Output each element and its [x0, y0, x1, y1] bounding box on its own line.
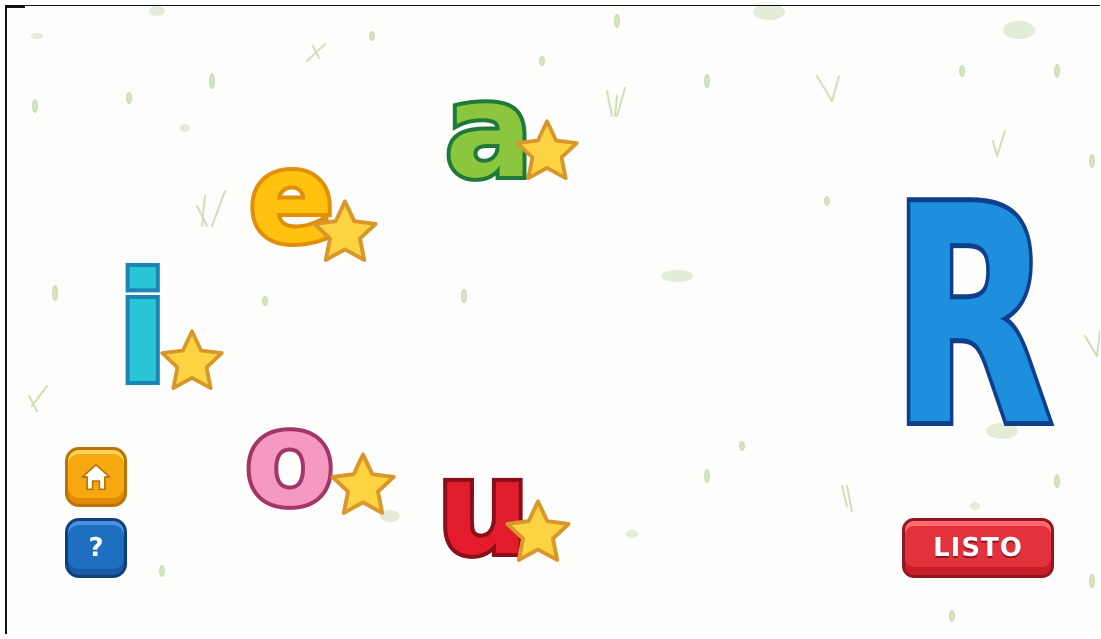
star-icon	[505, 499, 571, 562]
vowel-e[interactable]: e	[239, 122, 389, 275]
target-letter: R	[887, 176, 1058, 446]
star-icon	[312, 199, 378, 262]
help-button[interactable]: ?	[65, 518, 127, 578]
svg-text:o: o	[245, 396, 334, 526]
home-icon	[81, 463, 111, 491]
vowel-i[interactable]: i	[107, 239, 232, 421]
vowel-u[interactable]: u	[433, 428, 580, 588]
vowel-o[interactable]: o	[239, 379, 399, 539]
svg-text:R: R	[891, 176, 1053, 446]
vowel-a[interactable]: a	[437, 51, 587, 211]
done-button[interactable]: LISTO	[902, 518, 1054, 578]
star-icon	[330, 452, 396, 515]
star-icon	[515, 119, 579, 181]
done-button-label: LISTO	[933, 533, 1023, 563]
home-button[interactable]	[65, 447, 127, 507]
question-icon: ?	[88, 533, 104, 563]
game-screen: a e i o u R ? LISTO	[0, 0, 1101, 639]
star-icon	[160, 329, 224, 391]
game-board: a e i o u R ? LISTO	[5, 5, 1100, 634]
